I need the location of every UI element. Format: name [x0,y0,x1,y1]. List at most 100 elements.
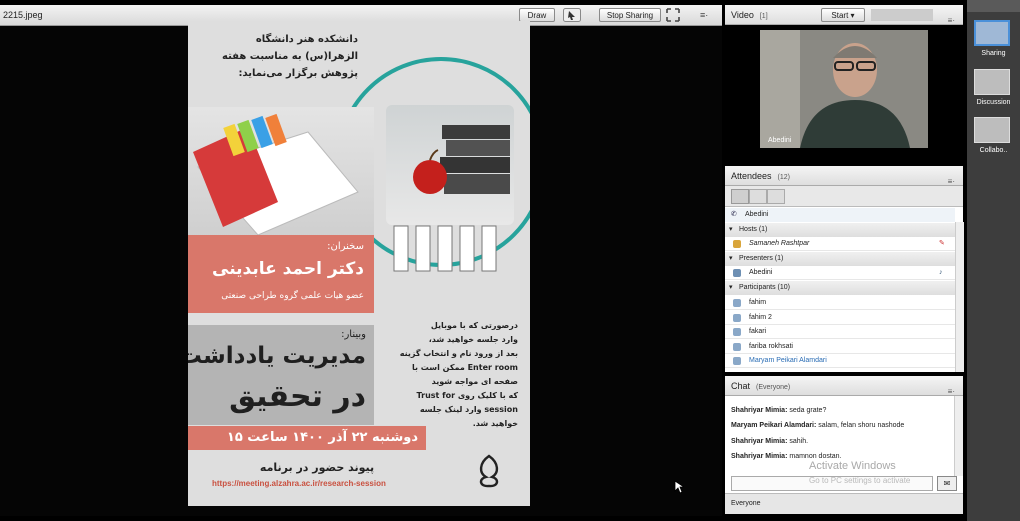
pointer-icon[interactable] [563,8,581,22]
instruction-line: که با کلیک روی Trust for [416,391,518,400]
layouts-panel-header [967,0,1020,12]
instruction-line: درصورتی که با موبایل [430,321,518,330]
attendee-row[interactable]: Maryam Peikari Alamdari [725,354,955,368]
instruction-line: session وارد لینک جلسه [419,405,518,414]
video-pod: Video [1] Start ▾ ≡· Abedini [725,5,963,163]
send-message-icon[interactable]: ✉ [937,476,957,491]
host-user-icon [733,240,741,248]
my-status-row[interactable]: Abedini ✆ [725,208,955,222]
chat-message: Shahriyar Mimia: mamnon dostan. [731,453,951,460]
message-sender: Maryam Peikari Alamdari: [731,422,817,429]
user-icon [733,328,741,336]
mouse-cursor-icon [674,480,686,496]
webinar-box: وبینار: مدیریت یادداشت‌ها در تحقیق [188,325,374,425]
stop-sharing-button[interactable]: Stop Sharing [599,8,661,22]
activate-windows-subtext: Go to PC settings to activate [809,476,911,485]
message-text: seda grate? [789,407,827,414]
hosts-group[interactable]: ▾ Hosts (1) [725,223,955,237]
instruction-line: Enter room ممکن است با [411,363,518,372]
video-layout-icons[interactable] [871,9,933,21]
webinar-title-line-1: مدیریت یادداشت‌ها [188,343,366,369]
layout-thumb-sharing[interactable] [974,20,1010,46]
video-title: Video [731,10,754,20]
date-bar: دوشنبه ۲۲ آذر ۱۴۰۰ ساعت ۱۵ [188,426,426,450]
university-logo-icon [474,453,504,489]
message-sender: Shahriyar Mimia: [731,407,788,414]
presenters-label: Presenters (1) [739,255,784,262]
attendee-row[interactable]: Abedini ♪ [725,266,955,280]
attendee-name: fahim 2 [749,314,772,321]
chat-recipient[interactable]: Everyone [731,500,761,507]
attendee-row[interactable]: fahim [725,296,955,310]
attendees-pod: Attendees (12) ≡· Abedini ✆ ▾ Hosts (1) S… [725,166,964,372]
attendees-count: (12) [777,174,790,181]
poster-header-line-1: دانشکده هنر دانشگاه [255,34,358,45]
chat-title: Chat [731,381,751,391]
attendees-header: Attendees (12) ≡· [725,166,963,186]
participants-group[interactable]: ▾ Participants (10) [725,281,955,295]
video-pod-header: Video [1] Start ▾ ≡· [725,5,963,25]
chat-message: Maryam Peikari Alamdari: salam, felan sh… [731,422,951,429]
instruction-line: بعد از ورود نام و انتخاب گزینه [399,349,518,358]
paper-strips-decoration [393,225,497,272]
chat-message: Shahriyar Mimia: sahih. [731,438,951,445]
chat-scrollbar[interactable] [954,396,963,476]
attendee-name: Samaneh Rashtpar [749,240,810,247]
speaker-title: عضو هیات علمی گروه طراحی صنعتی [221,291,364,301]
layout-thumb-discussion[interactable] [974,69,1010,95]
attendee-name: fahim [749,299,767,306]
attendees-title: Attendees [731,171,772,181]
instruction-line: وارد جلسه خواهید شد، [428,335,518,344]
attendee-row[interactable]: fakari [725,325,955,339]
mic-icon: ♪ [939,269,943,276]
layout-thumb-collaboration[interactable] [974,117,1010,143]
layout-label: Discussion [976,99,1011,106]
attendee-row[interactable]: fahim 2 [725,311,955,325]
fullscreen-icon[interactable] [666,8,684,22]
chat-scope: (Everyone) [756,384,791,391]
video-count: [1] [759,13,768,20]
my-name: Abedini [745,211,769,218]
message-sender: Shahriyar Mimia: [731,438,788,445]
user-icon [733,314,741,322]
chat-pod: Chat (Everyone) ≡· Shahriyar Mimia: seda … [725,376,963,514]
collapse-arrow-icon: ▾ [729,255,733,262]
message-sender: Shahriyar Mimia: [731,453,788,460]
pod-menu-icon[interactable]: ≡· [948,11,955,31]
phone-icon: ✆ [731,211,737,218]
webinar-title-line-2: در تحقیق [229,379,366,414]
participants-label: Participants (10) [739,284,790,291]
feed-name: Abedini [768,137,792,144]
attendee-row[interactable]: fariba rokhsati [725,340,955,354]
notebook-photo [188,107,374,237]
mobile-instructions: درصورتی که با موبایل وارد جلسه خواهید شد… [398,319,518,431]
activate-windows-watermark: Activate Windows [809,460,896,472]
message-text: mamnon dostan. [789,453,842,460]
speaker-name: دکتر احمد عابدینی [212,259,364,279]
webinar-label: وبینار: [341,329,366,340]
shared-file-name: 2215.jpeg [3,10,43,20]
attendee-name: fakari [749,328,767,335]
user-icon [733,343,741,351]
draw-button[interactable]: Draw [519,8,555,22]
attendee-name: Maryam Peikari Alamdari [749,357,827,364]
user-icon [733,357,741,365]
pod-menu-icon[interactable]: ≡· [700,8,718,22]
presenters-group[interactable]: ▾ Presenters (1) [725,252,955,266]
layout-label: Sharing [981,50,1006,57]
list-view-icon[interactable] [731,189,749,204]
poster-header-line-3: پژوهش برگزار می‌نماید: [238,68,358,79]
books-apple-photo [386,105,514,225]
event-date: دوشنبه ۲۲ آذر ۱۴۰۰ ساعت ۱۵ [226,430,418,445]
status-view-icon[interactable] [767,189,785,204]
attendee-row[interactable]: Samaneh Rashtpar ✎ [725,237,955,251]
attendees-scrollbar[interactable] [955,222,964,372]
start-video-button[interactable]: Start ▾ [821,8,865,22]
shared-poster-image: دانشکده هنر دانشگاه الزهرا(س) به مناسبت … [188,21,530,506]
grid-view-icon[interactable] [749,189,767,204]
chat-header: Chat (Everyone) ≡· [725,376,963,396]
poster-header-line-2: الزهرا(س) به مناسبت هفته [222,51,358,62]
collapse-arrow-icon: ▾ [729,226,733,233]
message-text: salam, felan shoru nashode [818,422,905,429]
instruction-line: صفحه ای مواجه شوید [431,377,518,386]
